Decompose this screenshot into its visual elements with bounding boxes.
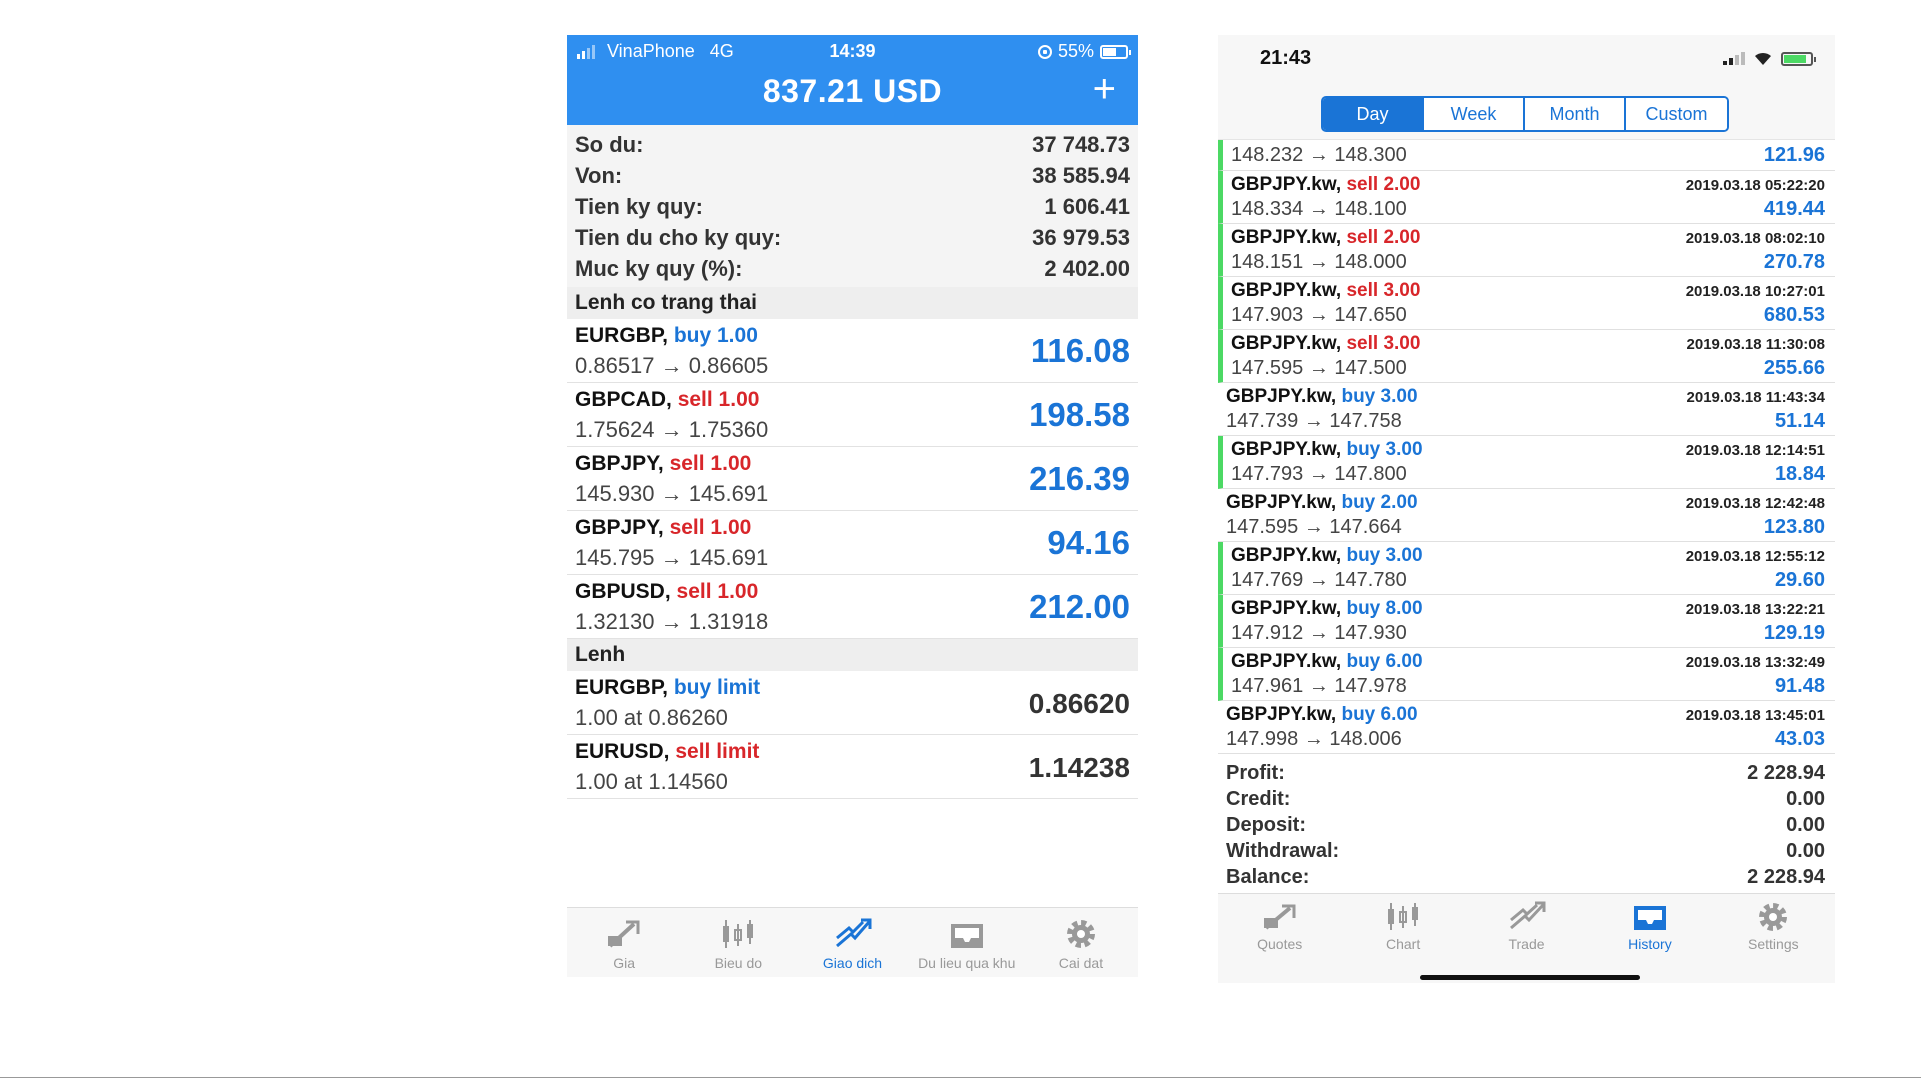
signal-icon xyxy=(1723,52,1745,65)
trade-icon xyxy=(1509,901,1546,930)
position-row[interactable]: GBPJPY, sell 1.00 145.930 → 145.691 216.… xyxy=(567,447,1138,511)
home-indicator[interactable] xyxy=(1420,975,1640,980)
account-balance: 837.21 USD xyxy=(762,73,943,109)
position-profit: 212.00 xyxy=(1029,588,1130,625)
tab-chart[interactable]: Chart xyxy=(1341,894,1464,983)
pending-current-price: 1.14238 xyxy=(1028,752,1130,783)
quotes-icon xyxy=(608,920,640,948)
position-profit: 94.16 xyxy=(1047,524,1130,561)
summary-row: Von: 38 585.94 xyxy=(567,160,1138,191)
tab-quotes[interactable]: Gia xyxy=(567,908,681,977)
clock: 21:43 xyxy=(1260,47,1312,69)
deals-list: 148.232 → 148.300 121.96 GBPJPY.kw, sell… xyxy=(1218,140,1835,754)
period-segmented-control: Day Week Month Custom xyxy=(1321,96,1729,132)
deal-row[interactable]: 148.232 → 148.300 121.96 xyxy=(1218,140,1835,171)
position-profit: 198.58 xyxy=(1029,396,1130,433)
quotes-icon xyxy=(1263,904,1296,930)
segment-custom[interactable]: Custom xyxy=(1626,98,1727,130)
battery-icon xyxy=(1781,51,1816,66)
segment-month[interactable]: Month xyxy=(1525,98,1626,130)
deal-row[interactable]: GBPJPY.kw, buy 3.00 2019.03.18 12:55:12 … xyxy=(1218,542,1835,595)
candles-icon xyxy=(723,920,754,948)
deal-row[interactable]: GBPJPY.kw, buy 6.00 2019.03.18 13:32:49 … xyxy=(1218,648,1835,701)
history-phone-screen: 21:43 Day Week Month Custom 148.232 → 14… xyxy=(1218,35,1835,990)
history-header: 21:43 Day Week Month Custom xyxy=(1218,35,1835,140)
summary-row: Muc ky quy (%): 2 402.00 xyxy=(567,253,1138,284)
gear-icon xyxy=(1759,903,1788,931)
pending-orders-heading: Lenh xyxy=(567,639,1138,671)
position-profit: 116.08 xyxy=(1030,332,1130,369)
deal-row[interactable]: GBPJPY.kw, buy 3.00 2019.03.18 11:43:34 … xyxy=(1218,383,1835,436)
candles-icon xyxy=(1388,903,1419,930)
segment-day[interactable]: Day xyxy=(1323,98,1424,130)
summary-row: So du: 37 748.73 xyxy=(567,129,1138,160)
total-row: Withdrawal: 0.00 xyxy=(1226,839,1825,862)
tab-history[interactable]: History xyxy=(1588,894,1711,983)
tab-history[interactable]: Du lieu qua khu xyxy=(910,908,1024,977)
mt4-phone-screen: VinaPhone 4G 14:39 55% 837.21 USD + So d… xyxy=(567,35,1138,977)
deal-row[interactable]: GBPJPY.kw, buy 6.00 2019.03.18 13:45:01 … xyxy=(1218,701,1835,754)
summary-row: Tien ky quy: 1 606.41 xyxy=(567,191,1138,222)
inbox-icon xyxy=(950,924,983,948)
battery-percent: 55% xyxy=(1057,41,1094,61)
total-row: Credit: 0.00 xyxy=(1226,787,1825,810)
gear-icon xyxy=(1066,920,1095,948)
pending-order-row[interactable]: EURUSD, sell limit 1.00 at 1.14560 1.142… xyxy=(567,735,1138,799)
position-row[interactable]: GBPJPY, sell 1.00 145.795 → 145.691 94.1… xyxy=(567,511,1138,575)
position-row[interactable]: GBPCAD, sell 1.00 1.75624 → 1.75360 198.… xyxy=(567,383,1138,447)
deal-row[interactable]: GBPJPY.kw, buy 8.00 2019.03.18 13:22:21 … xyxy=(1218,595,1835,648)
bottom-tab-bar: Gia Bieu do Giao dich Du lieu qua khu Ca… xyxy=(567,907,1138,977)
pending-current-price: 0.86620 xyxy=(1028,688,1130,719)
trade-icon xyxy=(835,918,871,948)
deal-row[interactable]: GBPJPY.kw, buy 3.00 2019.03.18 12:14:51 … xyxy=(1218,436,1835,489)
deal-row[interactable]: GBPJPY.kw, buy 2.00 2019.03.18 12:42:48 … xyxy=(1218,489,1835,542)
tab-trade[interactable]: Trade xyxy=(1465,894,1588,983)
deal-row[interactable]: GBPJPY.kw, sell 3.00 2019.03.18 10:27:01… xyxy=(1218,277,1835,330)
tab-settings[interactable]: Settings xyxy=(1712,894,1835,983)
wifi-icon xyxy=(1755,52,1771,65)
status-bar: VinaPhone 4G 14:39 55% xyxy=(567,41,1138,63)
deal-row[interactable]: GBPJPY.kw, sell 2.00 2019.03.18 05:22:20… xyxy=(1218,171,1835,224)
segment-week[interactable]: Week xyxy=(1424,98,1525,130)
pending-order-row[interactable]: EURGBP, buy limit 1.00 at 0.86260 0.8662… xyxy=(567,671,1138,735)
divider xyxy=(0,1077,1921,1078)
bottom-tab-bar: Quotes Chart Trade History Settings xyxy=(1218,893,1835,983)
position-row[interactable]: EURGBP, buy 1.00 0.86517 → 0.86605 116.0… xyxy=(567,319,1138,383)
battery-icon xyxy=(1100,44,1131,59)
open-positions-heading: Lenh co trang thai xyxy=(567,287,1138,319)
total-row: Profit: 2 228.94 xyxy=(1226,761,1825,784)
deal-row[interactable]: GBPJPY.kw, sell 3.00 2019.03.18 11:30:08… xyxy=(1218,330,1835,383)
total-row: Balance: 2 228.94 xyxy=(1226,865,1825,888)
total-row: Deposit: 0.00 xyxy=(1226,813,1825,836)
rotation-lock-icon xyxy=(1037,44,1052,59)
history-totals: Profit: 2 228.94 Credit: 0.00 Deposit: 0.00… xyxy=(1218,754,1835,890)
tab-quotes[interactable]: Quotes xyxy=(1218,894,1341,983)
inbox-icon xyxy=(1633,906,1666,930)
tab-settings[interactable]: Cai dat xyxy=(1024,908,1138,977)
account-summary: So du: 37 748.73 Von: 38 585.94 Tien ky qu… xyxy=(567,125,1138,287)
summary-row: Tien du cho ky quy: 36 979.53 xyxy=(567,222,1138,253)
balance-header: VinaPhone 4G 14:39 55% 837.21 USD + xyxy=(567,35,1138,125)
deal-row[interactable]: GBPJPY.kw, sell 2.00 2019.03.18 08:02:10… xyxy=(1218,224,1835,277)
position-row[interactable]: GBPUSD, sell 1.00 1.32130 → 1.31918 212.… xyxy=(567,575,1138,639)
tab-chart[interactable]: Bieu do xyxy=(681,908,795,977)
new-order-button[interactable]: + xyxy=(1093,69,1116,109)
position-profit: 216.39 xyxy=(1029,460,1130,497)
tab-trade[interactable]: Giao dich xyxy=(795,908,909,977)
